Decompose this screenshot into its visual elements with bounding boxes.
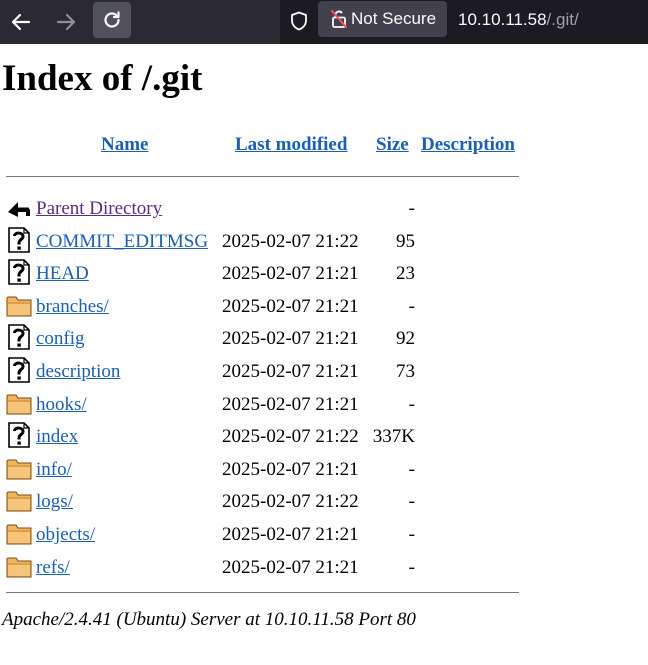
url-path: /.git/ xyxy=(546,10,579,29)
table-row: Parent Directory - xyxy=(0,194,648,226)
column-header-size[interactable]: Size xyxy=(376,134,409,156)
file-link[interactable]: HEAD xyxy=(36,263,89,285)
server-signature: Apache/2.4.41 (Ubuntu) Server at 10.10.1… xyxy=(2,609,416,630)
file-link[interactable]: info/ xyxy=(36,459,72,481)
folder-icon xyxy=(6,520,32,546)
last-modified: 2025-02-07 21:21 xyxy=(222,393,359,415)
folder-icon xyxy=(6,487,32,513)
last-modified: 2025-02-07 21:21 xyxy=(222,328,359,350)
file-link[interactable]: config xyxy=(36,328,85,350)
page-title: Index of /.git xyxy=(2,58,203,99)
arrow-right-icon xyxy=(56,13,76,31)
browser-toolbar: Not Secure 10.10.11.58/.git/ xyxy=(0,0,648,44)
column-header-last-modified[interactable]: Last modified xyxy=(235,134,347,156)
url-text[interactable]: 10.10.11.58/.git/ xyxy=(458,10,579,30)
file-link[interactable]: objects/ xyxy=(36,524,95,546)
file-link[interactable]: hooks/ xyxy=(36,394,87,416)
table-row: refs/2025-02-07 21:21 - xyxy=(0,553,648,585)
folder-icon xyxy=(6,390,32,416)
file-link[interactable]: description xyxy=(36,361,120,383)
file-size: 337K xyxy=(372,426,415,448)
file-link[interactable]: branches/ xyxy=(36,296,109,318)
file-link[interactable]: logs/ xyxy=(36,491,73,513)
unknown-file-icon xyxy=(6,324,32,351)
last-modified: 2025-02-07 21:22 xyxy=(222,426,359,448)
last-modified: 2025-02-07 21:21 xyxy=(222,361,359,382)
arrow-left-icon xyxy=(11,13,31,31)
unknown-file-icon xyxy=(6,357,32,383)
folder-icon xyxy=(6,292,32,318)
insecure-lock-icon xyxy=(331,10,347,28)
not-secure-badge[interactable]: Not Secure xyxy=(318,1,447,37)
column-header-description[interactable]: Description xyxy=(421,134,515,156)
file-link[interactable]: index xyxy=(36,426,78,448)
header-divider xyxy=(6,176,519,177)
last-modified: 2025-02-07 21:21 xyxy=(222,263,359,285)
table-row: description 2025-02-07 21:21 73 xyxy=(0,357,648,389)
reload-button[interactable] xyxy=(93,2,131,38)
footer-divider xyxy=(6,592,519,593)
last-modified: 2025-02-07 21:21 xyxy=(222,295,359,317)
table-row: objects/2025-02-07 21:21 - xyxy=(0,520,648,552)
file-size: - xyxy=(408,295,415,317)
last-modified: 2025-02-07 21:22 xyxy=(222,491,359,513)
table-row: info/2025-02-07 21:21 - xyxy=(0,455,648,487)
unknown-file-icon xyxy=(6,422,32,448)
table-row: config 2025-02-07 21:21 92 xyxy=(0,324,648,356)
file-size: - xyxy=(408,556,415,578)
file-size: - xyxy=(408,198,415,219)
last-modified: 2025-02-07 21:21 xyxy=(222,556,359,578)
shield-icon xyxy=(291,11,307,31)
table-row: COMMIT_EDITMSG 2025-02-07 21:22 95 xyxy=(0,226,648,259)
file-link[interactable]: refs/ xyxy=(36,557,70,579)
file-size: - xyxy=(408,458,415,480)
security-label: Not Secure xyxy=(351,9,437,28)
file-size: 95 xyxy=(396,230,415,252)
reload-icon xyxy=(104,11,120,28)
file-size: 23 xyxy=(396,263,415,285)
table-row: HEAD 2025-02-07 21:21 23 xyxy=(0,259,648,291)
table-row: branches/2025-02-07 21:21 - xyxy=(0,292,648,324)
file-size: 92 xyxy=(396,328,415,350)
file-size: - xyxy=(408,491,415,513)
table-row: logs/2025-02-07 21:22 - xyxy=(0,487,648,519)
file-size: - xyxy=(408,524,415,545)
folder-icon xyxy=(6,455,32,481)
tracking-protection-button[interactable] xyxy=(288,10,310,37)
last-modified: 2025-02-07 21:22 xyxy=(222,230,359,252)
forward-button[interactable] xyxy=(51,7,81,37)
url-host: 10.10.11.58 xyxy=(458,10,547,29)
table-row: hooks/2025-02-07 21:21 - xyxy=(0,390,648,422)
file-size: - xyxy=(408,393,415,415)
file-size: 73 xyxy=(396,361,415,382)
folder-icon xyxy=(6,553,32,579)
file-link[interactable]: COMMIT_EDITMSG xyxy=(36,231,208,253)
back-icon xyxy=(6,194,32,220)
back-button[interactable] xyxy=(6,7,36,37)
column-header-name[interactable]: Name xyxy=(101,134,148,156)
last-modified: 2025-02-07 21:21 xyxy=(222,458,359,480)
unknown-file-icon xyxy=(6,226,32,253)
last-modified: 2025-02-07 21:21 xyxy=(222,524,359,545)
table-row: index 2025-02-07 21:22 337K xyxy=(0,422,648,454)
unknown-file-icon xyxy=(6,259,32,285)
file-link[interactable]: Parent Directory xyxy=(36,198,162,220)
